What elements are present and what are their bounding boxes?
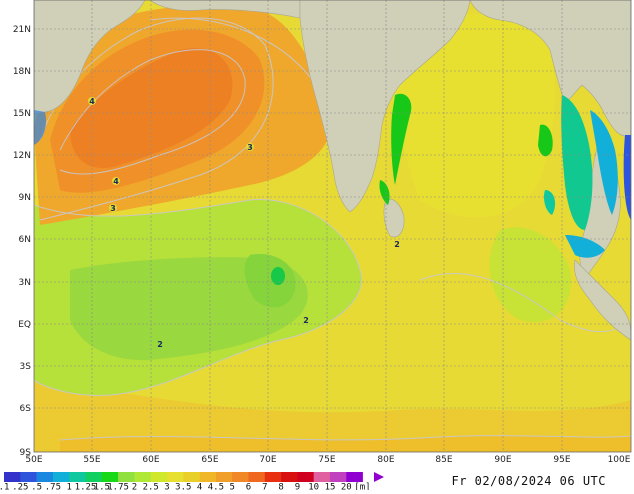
legend-swatch	[297, 472, 314, 482]
legend-swatch	[264, 472, 282, 482]
lat-label: 3S	[20, 362, 32, 372]
lon-label: 60E	[142, 455, 159, 465]
forecast-timestamp: Fr 02/08/2024 06 UTC	[451, 474, 606, 488]
legend-swatch	[69, 472, 86, 482]
lon-label: 55E	[83, 455, 100, 465]
lon-label: 75E	[318, 455, 335, 465]
legend-swatch	[167, 472, 184, 482]
lon-label: 100E	[608, 455, 631, 465]
legend-value-label: .75	[45, 483, 61, 491]
contour-label: 3	[247, 143, 253, 152]
legend-swatch	[199, 472, 217, 482]
legend-value-label: 2.5	[143, 483, 159, 491]
lat-label: 21N	[13, 25, 31, 35]
legend-value-label: 8	[278, 483, 283, 491]
lon-label: 50E	[25, 455, 42, 465]
contour-label: 2	[157, 340, 163, 349]
legend-value-label: 5	[229, 483, 234, 491]
lon-label: 80E	[377, 455, 394, 465]
legend-value-label: .5	[31, 483, 42, 491]
legend-swatch	[52, 472, 70, 482]
legend-swatch	[150, 472, 168, 482]
lon-label: 65E	[201, 455, 218, 465]
contour-label: 2	[303, 316, 309, 325]
legend-value-label: 4.5	[208, 483, 224, 491]
legend-value-label: .25	[12, 483, 28, 491]
legend-swatch	[215, 472, 233, 482]
legend-swatch	[248, 472, 266, 482]
contour-label: 2	[394, 240, 400, 249]
legend-swatch	[232, 472, 249, 482]
lat-label: 9N	[19, 193, 31, 203]
legend-value-label: 9	[295, 483, 300, 491]
lat-label: 6S	[20, 404, 32, 414]
legend-value-label: .1	[0, 483, 9, 491]
lon-label: 70E	[259, 455, 276, 465]
legend-swatch	[134, 472, 151, 482]
legend-value-label: 15	[325, 483, 336, 491]
legend-value-label: 10	[308, 483, 319, 491]
contour-label: 4	[89, 97, 95, 106]
legend-swatch	[36, 472, 54, 482]
legend-value-label: 1	[66, 483, 71, 491]
legend-swatch	[313, 472, 331, 482]
legend-overflow-arrow	[374, 472, 384, 482]
lat-label: EQ	[18, 320, 31, 330]
lat-label: 3N	[19, 278, 31, 288]
legend-swatch	[330, 472, 347, 482]
legend-unit-label: [m]	[354, 483, 370, 491]
lat-label: 15N	[13, 109, 31, 119]
legend-swatch	[101, 472, 119, 482]
legend-value-label: 3.5	[175, 483, 191, 491]
lon-label: 90E	[494, 455, 511, 465]
legend-swatch	[346, 472, 363, 482]
legend-swatch	[183, 472, 200, 482]
legend-value-label: 3	[164, 483, 169, 491]
lon-label: 95E	[553, 455, 570, 465]
legend-swatch	[4, 472, 21, 482]
legend-value-label: 1.75	[107, 483, 129, 491]
lat-label: 12N	[13, 151, 31, 161]
legend-value-label: 4	[197, 483, 202, 491]
wave-height-map: 4 4 3 3 2 2 2 21N 18N 15N 12N 9N 6N 3N E…	[0, 0, 634, 490]
lat-label: 18N	[13, 67, 31, 77]
legend-swatch	[118, 472, 135, 482]
legend-swatch	[85, 472, 103, 482]
contour-label: 4	[113, 177, 119, 186]
legend-value-label: 7	[262, 483, 267, 491]
legend-value-label: 6	[246, 483, 251, 491]
contour-label: 3	[110, 204, 116, 213]
legend-value-label: 20	[341, 483, 352, 491]
lon-label: 85E	[435, 455, 452, 465]
lat-label: 6N	[19, 235, 31, 245]
legend-value-label: 2	[132, 483, 137, 491]
legend-swatch	[20, 472, 37, 482]
legend-swatch	[281, 472, 298, 482]
